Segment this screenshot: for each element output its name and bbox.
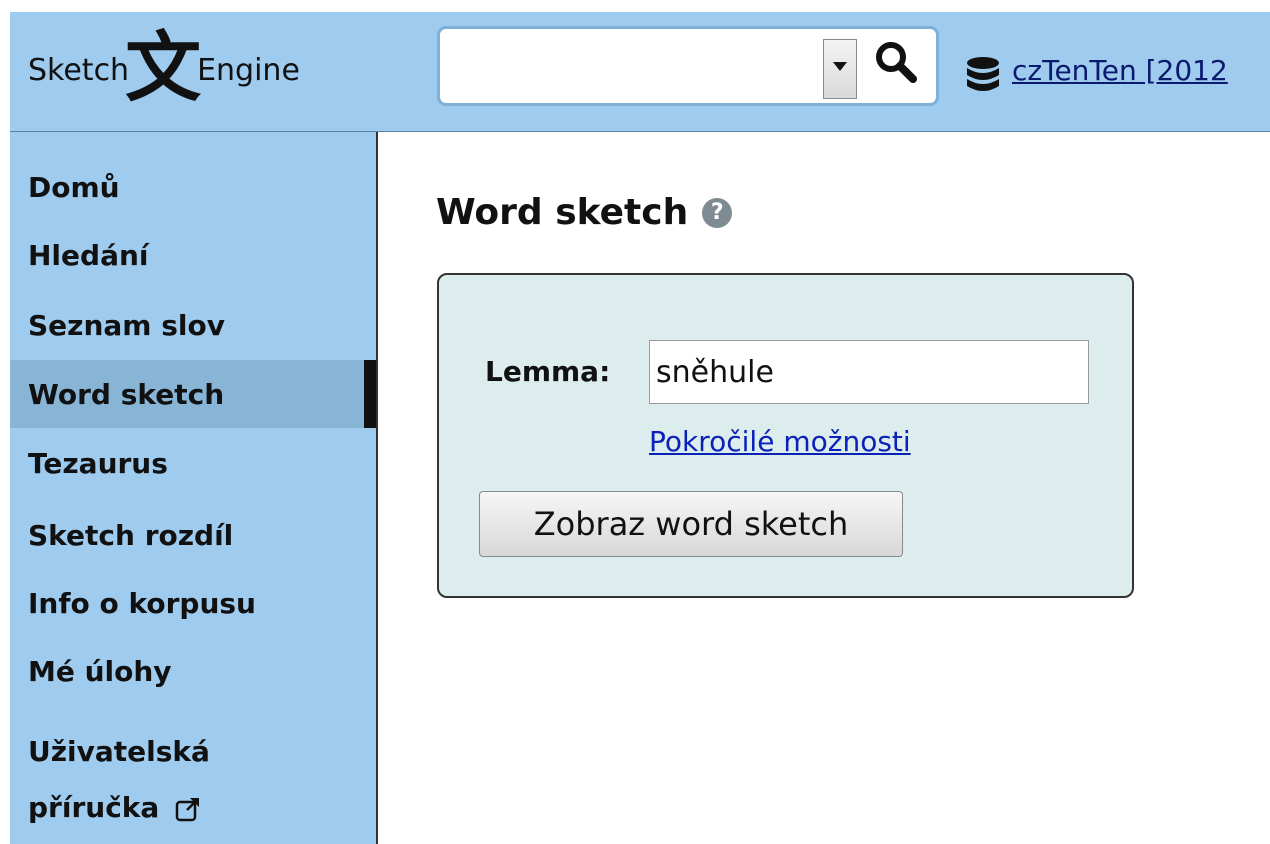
manual-label-line1: Uživatelská (28, 735, 210, 768)
page-title: Word sketch ? (436, 192, 733, 233)
word-sketch-form: Lemma: Pokročilé možnosti Zobraz word sk… (437, 273, 1134, 598)
sketch-engine-logo[interactable]: Sketch 文 Engine (28, 30, 300, 110)
sidebar-nav: Domů Hledání Seznam slov Word sketch Tez… (10, 132, 378, 844)
logo-text-left: Sketch (28, 52, 130, 88)
logo-text-right: Engine (197, 52, 300, 88)
sidebar-item-user-manual[interactable]: Uživatelská příručka (28, 724, 210, 836)
search-type-dropdown[interactable] (823, 39, 857, 99)
external-link-icon (175, 798, 200, 822)
sidebar-item-corpus-info[interactable]: Info o korpusu (10, 570, 376, 636)
active-item-marker (364, 360, 376, 428)
quick-search-box (437, 26, 939, 106)
help-icon[interactable]: ? (702, 197, 733, 228)
sidebar-item-my-jobs[interactable]: Mé úlohy (10, 638, 376, 704)
dropdown-arrow-icon (833, 62, 847, 71)
lemma-label: Lemma: (485, 355, 611, 388)
manual-label-line2: příručka (28, 791, 160, 824)
database-icon (967, 57, 999, 91)
lemma-input[interactable] (649, 340, 1089, 404)
sidebar-item-search[interactable]: Hledání (10, 222, 376, 288)
sidebar-item-thesaurus[interactable]: Tezaurus (10, 430, 376, 496)
page-title-text: Word sketch (436, 192, 689, 233)
search-icon[interactable] (873, 39, 919, 85)
sidebar-item-home[interactable]: Domů (10, 154, 376, 220)
sidebar-item-sketch-diff[interactable]: Sketch rozdíl (10, 502, 376, 568)
left-edge-strip (0, 0, 10, 844)
show-word-sketch-button[interactable]: Zobraz word sketch (479, 491, 903, 557)
advanced-options-link[interactable]: Pokročilé možnosti (649, 425, 911, 458)
logo-glyph: 文 (125, 23, 202, 112)
sidebar-item-wordlist[interactable]: Seznam slov (10, 292, 376, 358)
sidebar-item-word-sketch[interactable]: Word sketch (10, 360, 376, 428)
quick-search-input[interactable] (448, 37, 814, 97)
top-header: Sketch 文 Engine czTenTen [2012 (10, 12, 1270, 132)
corpus-selector-link[interactable]: czTenTen [2012 (1012, 54, 1228, 87)
